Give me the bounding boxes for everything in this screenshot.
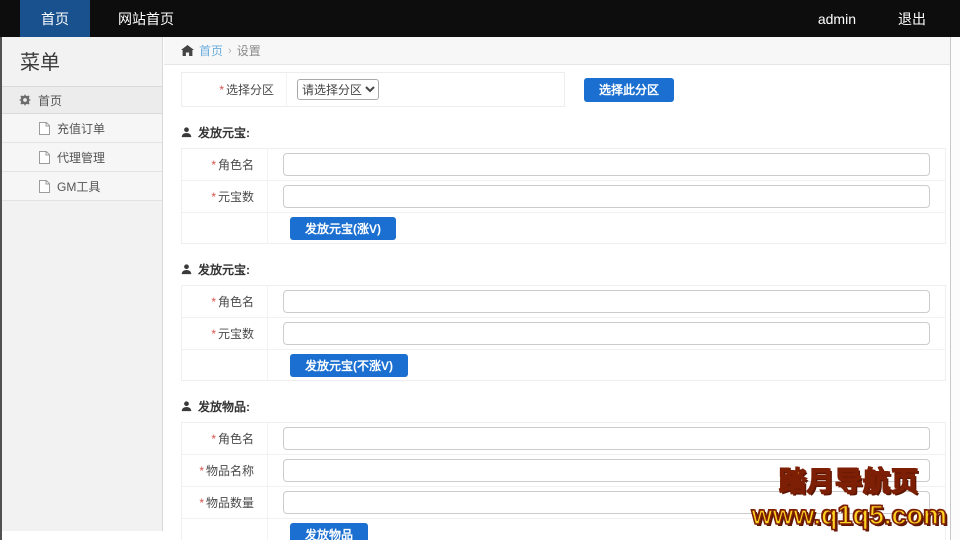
partition-row: * 选择分区 请选择分区 选择此分区 bbox=[181, 72, 950, 107]
yuanbao-count-input[interactable] bbox=[283, 185, 930, 208]
window-left-edge bbox=[0, 37, 2, 540]
nav-tab-site-home[interactable]: 网站首页 bbox=[90, 0, 202, 37]
nav-tab-home[interactable]: 首页 bbox=[20, 0, 90, 37]
form-row-rolename: * 角色名 bbox=[182, 286, 945, 318]
required-marker: * bbox=[211, 190, 216, 204]
empty-label-cell bbox=[182, 213, 268, 243]
field-label-text: 物品数量 bbox=[206, 494, 254, 511]
form-row-yuanbao-count: * 元宝数 bbox=[182, 181, 945, 213]
form-row-item-name: * 物品名称 bbox=[182, 455, 945, 487]
sidebar-title: 菜单 bbox=[2, 37, 162, 86]
form-row-submit: 发放元宝(涨V) bbox=[182, 213, 945, 243]
partition-label: * 选择分区 bbox=[182, 73, 287, 106]
top-navbar: 首页 网站首页 admin 退出 bbox=[0, 0, 960, 37]
field-label: * 物品数量 bbox=[182, 487, 268, 518]
section-header-give-items: 发放物品: bbox=[181, 398, 950, 415]
sidebar-item-gm-tools[interactable]: GM工具 bbox=[2, 172, 162, 201]
field-label: * 角色名 bbox=[182, 149, 268, 180]
item-name-input[interactable] bbox=[283, 459, 930, 482]
field-label-text: 角色名 bbox=[218, 293, 254, 310]
admin-panel: 首页 网站首页 admin 退出 菜单 首页 充值订单 代理管理 bbox=[0, 0, 960, 540]
document-icon bbox=[39, 180, 50, 193]
partition-select[interactable]: 请选择分区 bbox=[297, 79, 379, 100]
username-label[interactable]: admin bbox=[818, 0, 856, 37]
breadcrumb-separator: › bbox=[228, 45, 232, 57]
sidebar-item-label: 充值订单 bbox=[57, 120, 105, 137]
section-title: 发放元宝: bbox=[198, 124, 250, 141]
field-label-text: 角色名 bbox=[218, 156, 254, 173]
content: * 选择分区 请选择分区 选择此分区 发放元宝: bbox=[164, 65, 950, 540]
give-yuanbao-vip-button[interactable]: 发放元宝(涨V) bbox=[290, 217, 396, 240]
field-label: * 元宝数 bbox=[182, 318, 268, 349]
person-icon bbox=[181, 401, 192, 412]
field-label-text: 角色名 bbox=[218, 430, 254, 447]
section-header-give-yuanbao-1: 发放元宝: bbox=[181, 124, 950, 141]
home-icon bbox=[181, 45, 194, 56]
form-row-item-quantity: * 物品数量 bbox=[182, 487, 945, 519]
select-partition-button[interactable]: 选择此分区 bbox=[584, 78, 674, 102]
yuanbao-count-input[interactable] bbox=[283, 322, 930, 345]
field-label: * 物品名称 bbox=[182, 455, 268, 486]
rolename-input[interactable] bbox=[283, 427, 930, 450]
field-label-text: 元宝数 bbox=[218, 325, 254, 342]
required-marker: * bbox=[199, 496, 204, 510]
form-row-rolename: * 角色名 bbox=[182, 423, 945, 455]
sidebar-item-recharge-orders[interactable]: 充值订单 bbox=[2, 114, 162, 143]
partition-box: * 选择分区 请选择分区 bbox=[181, 72, 565, 107]
breadcrumb: 首页 › 设置 bbox=[164, 37, 950, 65]
sidebar-group-home[interactable]: 首页 bbox=[2, 86, 162, 114]
logout-button[interactable]: 退出 bbox=[898, 0, 926, 37]
field-label: * 元宝数 bbox=[182, 181, 268, 212]
give-yuanbao-1-form: * 角色名 * 元宝数 bbox=[181, 148, 946, 244]
empty-label-cell bbox=[182, 519, 268, 540]
person-icon bbox=[181, 264, 192, 275]
rolename-input[interactable] bbox=[283, 153, 930, 176]
scrollbar-track[interactable] bbox=[950, 37, 960, 540]
person-icon bbox=[181, 127, 192, 138]
breadcrumb-home-link[interactable]: 首页 bbox=[199, 42, 223, 59]
give-yuanbao-2-form: * 角色名 * 元宝数 bbox=[181, 285, 946, 381]
required-marker: * bbox=[211, 158, 216, 172]
required-marker: * bbox=[211, 432, 216, 446]
required-marker: * bbox=[199, 464, 204, 478]
give-items-form: * 角色名 * 物品名称 bbox=[181, 422, 946, 540]
document-icon bbox=[39, 151, 50, 164]
navbar-spacer bbox=[202, 0, 818, 37]
breadcrumb-current: 设置 bbox=[237, 42, 261, 59]
required-marker: * bbox=[211, 327, 216, 341]
partition-label-text: 选择分区 bbox=[226, 81, 274, 98]
item-quantity-input[interactable] bbox=[283, 491, 930, 514]
form-row-submit: 发放物品 bbox=[182, 519, 945, 540]
give-yuanbao-novip-button[interactable]: 发放元宝(不涨V) bbox=[290, 354, 408, 377]
section-title: 发放物品: bbox=[198, 398, 250, 415]
document-icon bbox=[39, 122, 50, 135]
sidebar-group-label: 首页 bbox=[38, 92, 62, 109]
form-row-yuanbao-count: * 元宝数 bbox=[182, 318, 945, 350]
section-header-give-yuanbao-2: 发放元宝: bbox=[181, 261, 950, 278]
gear-icon bbox=[19, 94, 31, 106]
required-marker: * bbox=[219, 83, 224, 97]
field-label-text: 物品名称 bbox=[206, 462, 254, 479]
empty-label-cell bbox=[182, 350, 268, 380]
give-items-button[interactable]: 发放物品 bbox=[290, 523, 368, 540]
rolename-input[interactable] bbox=[283, 290, 930, 313]
field-label: * 角色名 bbox=[182, 423, 268, 454]
main-area: 首页 › 设置 * 选择分区 请选择分区 选择此分区 bbox=[164, 37, 950, 540]
sidebar-item-label: 代理管理 bbox=[57, 149, 105, 166]
form-row-submit: 发放元宝(不涨V) bbox=[182, 350, 945, 380]
field-label-text: 元宝数 bbox=[218, 188, 254, 205]
sidebar-item-label: GM工具 bbox=[57, 178, 100, 195]
sidebar: 菜单 首页 充值订单 代理管理 GM工具 bbox=[2, 37, 163, 531]
section-title: 发放元宝: bbox=[198, 261, 250, 278]
sidebar-item-agent-management[interactable]: 代理管理 bbox=[2, 143, 162, 172]
form-row-rolename: * 角色名 bbox=[182, 149, 945, 181]
required-marker: * bbox=[211, 295, 216, 309]
field-label: * 角色名 bbox=[182, 286, 268, 317]
